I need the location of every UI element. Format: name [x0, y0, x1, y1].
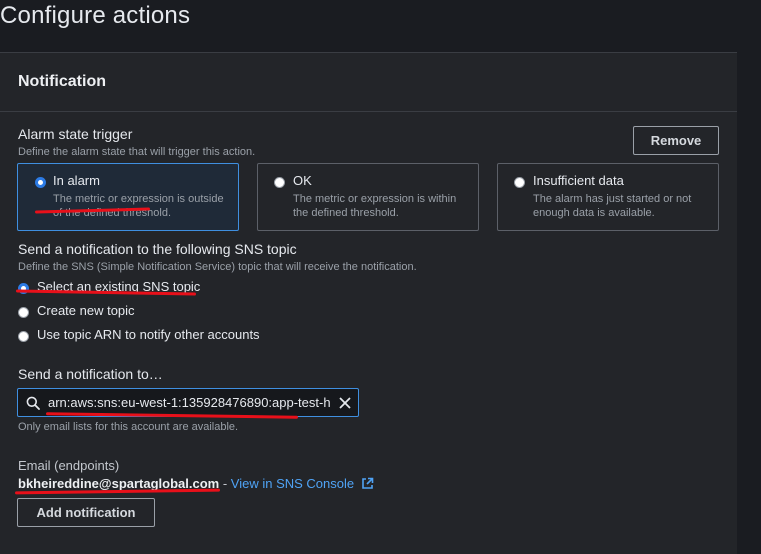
topic-search-value[interactable]: arn:aws:sns:eu-west-1:135928476890:app-t… [48, 395, 330, 410]
alarm-option-in-alarm[interactable]: In alarm The metric or expression is out… [17, 163, 239, 231]
send-to-hint: Only email lists for this account are av… [18, 421, 239, 433]
tile-title: In alarm [53, 173, 100, 188]
tile-title: OK [293, 173, 312, 188]
alarm-trigger-description: Define the alarm state that will trigger… [18, 146, 256, 158]
remove-button[interactable]: Remove [633, 126, 719, 155]
clear-icon[interactable] [339, 397, 351, 409]
radio-in-alarm[interactable] [35, 177, 46, 188]
sns-topic-label: Send a notification to the following SNS… [18, 241, 297, 257]
right-gutter [737, 0, 761, 553]
tile-title: Insufficient data [533, 173, 624, 188]
panel-header: Notification [0, 53, 737, 112]
panel-header-title: Notification [18, 73, 106, 90]
tile-desc-line1: The metric or expression is within [293, 193, 457, 205]
option-topic-arn-label[interactable]: Use topic ARN to notify other accounts [37, 327, 260, 342]
radio-insufficient-data[interactable] [514, 177, 525, 188]
email-endpoints-label: Email (endpoints) [18, 458, 120, 473]
radio-new-topic[interactable] [18, 307, 29, 318]
send-to-label: Send a notification to… [18, 366, 163, 382]
tile-desc-line2: enough data is available. [533, 207, 655, 219]
alarm-option-ok[interactable]: OK The metric or expression is within th… [257, 163, 479, 231]
tile-desc-line1: The metric or expression is outside [53, 193, 224, 205]
view-in-sns-console-link[interactable]: View in SNS Console [231, 476, 354, 491]
tile-desc-line2: the defined threshold. [293, 207, 399, 219]
sns-topic-description: Define the SNS (Simple Notification Serv… [18, 261, 417, 273]
search-icon [26, 396, 40, 410]
notification-panel: Notification Alarm state trigger Define … [0, 52, 737, 554]
radio-ok[interactable] [274, 177, 285, 188]
option-new-topic-label[interactable]: Create new topic [37, 303, 135, 318]
alarm-trigger-label: Alarm state trigger [18, 126, 133, 142]
add-notification-button[interactable]: Add notification [17, 498, 155, 527]
external-link-icon[interactable] [361, 477, 374, 490]
tile-desc-line1: The alarm has just started or not [533, 193, 692, 205]
alarm-option-insufficient-data[interactable]: Insufficient data The alarm has just sta… [497, 163, 719, 231]
email-separator: - [219, 476, 231, 491]
radio-topic-arn[interactable] [18, 331, 29, 342]
page-title: Configure actions [0, 2, 191, 29]
